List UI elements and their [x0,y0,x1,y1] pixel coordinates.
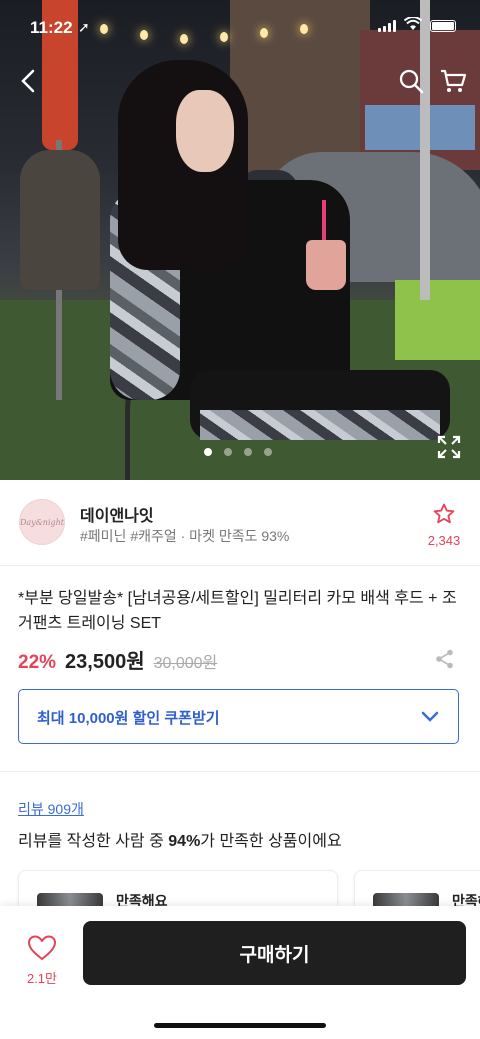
seller-name[interactable]: 데이앤나잇 [80,502,154,526]
chevron-down-icon [421,711,439,722]
seller-meta: #페미닌 #캐주얼 · 마켓 만족도 93% [80,528,290,544]
carousel-dot[interactable] [204,448,212,456]
background-people [20,150,100,290]
seller-logo-text: Day&night [19,517,65,527]
wifi-icon [403,16,423,35]
discount-rate: 22% [18,652,57,673]
like-button[interactable]: 2.1만 [20,934,64,987]
location-arrow-icon: ➚ [78,19,90,35]
status-bar: 11:22 ➚ [0,0,480,54]
bottom-action-bar: 2.1만 구매하기 [0,906,480,1039]
review-summary-suffix: 가 만족한 상품이에요 [200,833,342,850]
buy-button[interactable]: 구매하기 [83,921,466,985]
battery-icon [430,20,456,32]
like-count: 2.1만 [26,971,58,986]
review-summary: 리뷰를 작성한 사람 중 94%가 만족한 상품이에요 [18,827,342,851]
seller-section[interactable]: Day&night 데이앤나잇 #페미닌 #캐주얼 · 마켓 만족도 93% 2… [0,480,480,566]
coupon-label: 최대 10,000원 할인 쿠폰받기 [37,710,220,727]
search-icon[interactable] [396,66,426,96]
background-planter [395,280,480,360]
review-satisfaction-percent: 94% [168,833,201,850]
cart-icon[interactable] [438,66,468,96]
model-hair [118,60,248,270]
star-icon [433,503,455,524]
drink-straw [322,200,326,245]
heart-icon [28,935,56,960]
status-time: 11:22 [30,18,73,37]
review-summary-prefix: 리뷰를 작성한 사람 중 [18,833,169,850]
product-title: *부분 당일발송* [남녀공용/세트할인] 밀리터리 카모 배색 후드 + 조거… [18,590,457,632]
favorite-count: 2,343 [427,533,461,548]
carousel-dot[interactable] [244,448,252,456]
section-divider [0,771,480,772]
carousel-dot[interactable] [264,448,272,456]
review-count-link[interactable]: 리뷰 909개 [18,799,84,819]
carousel-dot[interactable] [224,448,232,456]
seller-logo[interactable]: Day&night [19,499,65,545]
favorite-store-button[interactable]: 2,343 [424,502,464,548]
price-row: 22% 23,500원 30,000원 [18,645,218,673]
share-icon[interactable] [434,648,456,670]
cellular-signal-icon [378,20,396,32]
original-price: 30,000원 [153,655,218,672]
camo-pants-stripe [200,410,440,440]
sale-price: 23,500원 [65,651,145,673]
home-indicator [154,1023,326,1028]
drink-cup [306,240,346,290]
carousel-indicator [204,448,272,456]
model-face [176,90,234,172]
coupon-button[interactable]: 최대 10,000원 할인 쿠폰받기 [18,689,459,744]
expand-icon[interactable] [436,434,462,460]
back-arrow-icon[interactable] [14,66,44,96]
